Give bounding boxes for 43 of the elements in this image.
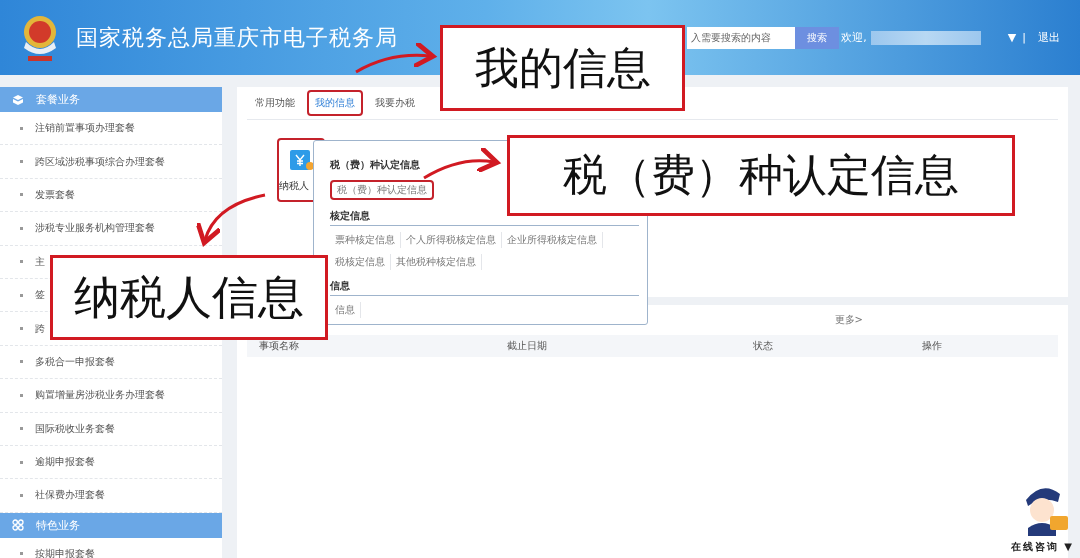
menu-item[interactable]: 票种核定信息 (330, 232, 401, 248)
menu-item[interactable]: 税（费）种认定信息 (330, 180, 434, 200)
menu-item[interactable]: 税核定信息 (330, 254, 391, 270)
more-link[interactable]: 更多> (834, 313, 863, 327)
annotation-tooltip: 我的信息 (440, 25, 685, 111)
menu-item[interactable]: 企业所得税核定信息 (502, 232, 603, 248)
column-header: 截止日期 (507, 339, 548, 353)
search-field[interactable]: 入需要搜索的内容 (687, 26, 796, 49)
section-title: 套餐业务 (36, 92, 80, 107)
menu-item[interactable]: 其他税种核定信息 (391, 254, 482, 270)
sidebar-item[interactable]: 注销前置事项办理套餐 (0, 112, 222, 146)
menu-group-title: 税（费）种认定信息 (330, 158, 420, 172)
welcome-text: 欢迎, (841, 30, 867, 45)
sidebar-item[interactable]: 社保费办理套餐 (0, 479, 222, 513)
column-header: 操作 (922, 339, 943, 353)
sidebar-item[interactable]: 发票套餐 (0, 178, 222, 213)
menu-group-title: 信息 (330, 279, 350, 293)
sidebar-item[interactable]: 国际税收业务套餐 (0, 412, 222, 446)
site-title: 国家税务总局重庆市电子税务局 (76, 23, 398, 52)
user-menu-caret[interactable]: ▼ (1007, 31, 1017, 44)
sidebar-item[interactable]: 按期申报套餐 (0, 537, 222, 558)
tab[interactable]: 常用功能 (247, 90, 303, 116)
annotation-tooltip: 纳税人信息 (50, 255, 328, 340)
menu-item[interactable]: 个人所得税核定信息 (401, 232, 502, 248)
menu-item[interactable]: 信息 (330, 302, 361, 318)
online-help-label[interactable]: 在线咨询 ▼ (1010, 540, 1074, 554)
annotation-arrow (196, 193, 266, 246)
grid-icon (12, 519, 24, 532)
column-header: 状态 (753, 339, 774, 353)
section-title: 特色业务 (36, 517, 80, 533)
sidebar-item[interactable]: 跨区域涉税事项综合办理套餐 (0, 145, 222, 179)
cube-icon (12, 93, 24, 106)
annotation-tooltip: 税（费）种认定信息 (507, 135, 1015, 216)
menu-group-title: 核定信息 (330, 209, 370, 223)
sidebar-item[interactable]: 购置增量房涉税业务办理套餐 (0, 379, 222, 413)
separator-text: | (1022, 31, 1026, 44)
sidebar-item[interactable]: 逾期申报套餐 (0, 445, 222, 480)
tab[interactable]: 我要办税 (367, 90, 423, 116)
sidebar-item[interactable]: 多税合一申报套餐 (0, 345, 222, 380)
column-header: 事项名称 (259, 339, 300, 353)
sidebar-item[interactable]: 涉税专业服务机构管理套餐 (0, 212, 222, 246)
tab[interactable]: 我的信息 (307, 90, 363, 116)
logout-link[interactable]: 退出 (1038, 30, 1060, 45)
